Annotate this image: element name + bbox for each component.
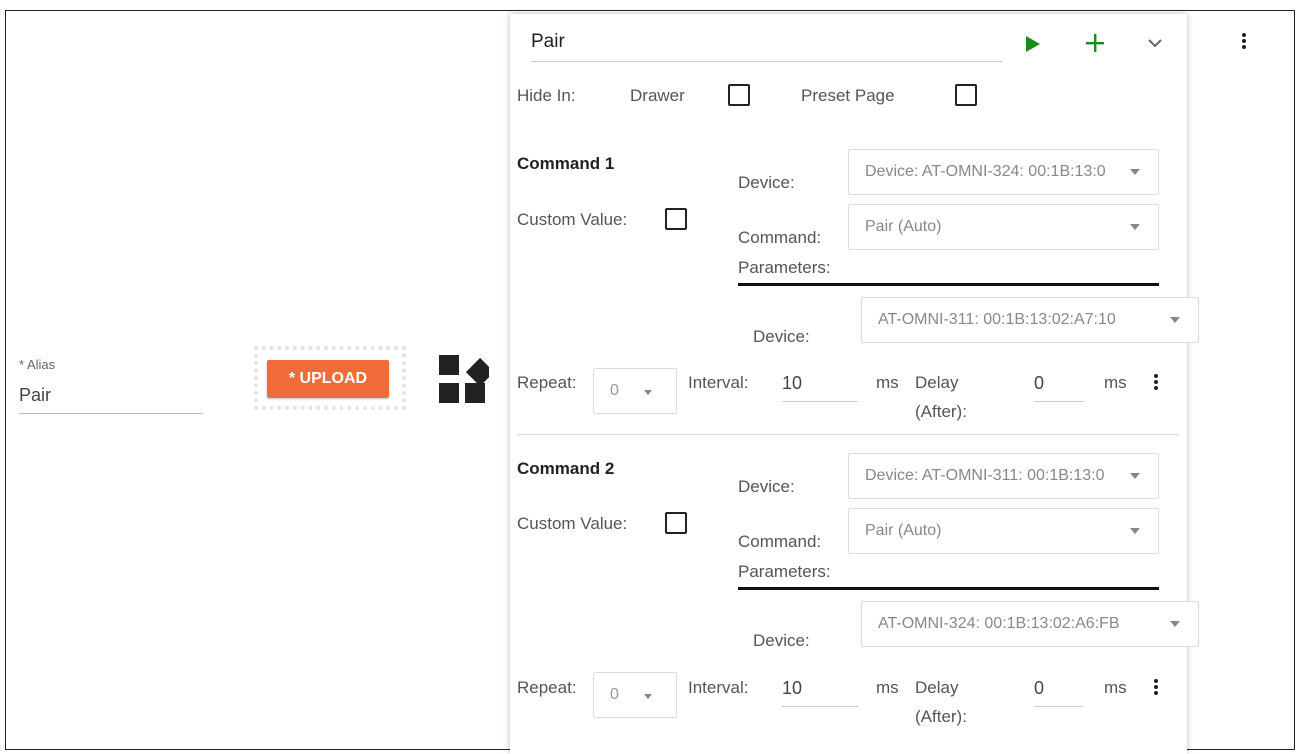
command-1-device-value: Device: AT-OMNI-324: 00:1B:13:0 <box>865 163 1106 180</box>
command-2-ms2-label: ms <box>1104 678 1127 697</box>
alias-label: * Alias <box>19 357 56 372</box>
command-1-title: Command 1 <box>517 154 615 173</box>
command-2-device-label: Device: <box>738 477 795 496</box>
dropdown-arrow-icon <box>644 694 652 699</box>
command-1-command-select[interactable]: Pair (Auto) <box>848 204 1159 250</box>
command-1-interval-label: Interval: <box>688 373 749 392</box>
command-2-interval-input[interactable]: 10 <box>782 678 802 699</box>
card-title-underline <box>531 61 1002 62</box>
command-2-parameters-label: Parameters: <box>738 562 831 581</box>
command-2-after-label: (After): <box>915 707 967 726</box>
command-2-command-select[interactable]: Pair (Auto) <box>848 508 1159 554</box>
command-2-parameters-divider <box>738 587 1159 590</box>
command-1-interval-input[interactable]: 10 <box>782 373 802 394</box>
command-2-custom-value-checkbox[interactable] <box>665 512 687 534</box>
command-1-interval-underline <box>782 401 858 402</box>
command-1-delay-underline <box>1034 401 1084 402</box>
command-2-device-select[interactable]: Device: AT-OMNI-311: 00:1B:13:0 <box>848 453 1159 499</box>
command-1-command-label: Command: <box>738 228 822 247</box>
hide-in-label: Hide In: <box>517 86 576 105</box>
command-2-interval-label: Interval: <box>688 678 749 697</box>
command-1-command-value: Pair (Auto) <box>865 218 942 235</box>
command-1-delay-label: Delay <box>915 373 959 392</box>
dropdown-arrow-icon <box>1170 317 1180 323</box>
command-2-title: Command 2 <box>517 459 615 478</box>
command-2-delay-input[interactable]: 0 <box>1034 678 1044 699</box>
command-1-param-device-value: AT-OMNI-311: 00:1B:13:02:A7:10 <box>878 311 1116 328</box>
play-icon[interactable] <box>1022 33 1044 55</box>
dropdown-arrow-icon <box>1130 224 1140 230</box>
command-1-parameters-label: Parameters: <box>738 258 831 277</box>
preset-page-label: Preset Page <box>801 86 895 105</box>
drawer-label: Drawer <box>630 86 685 105</box>
dropdown-arrow-icon <box>1130 528 1140 534</box>
command-2-more-vertical-icon[interactable] <box>1150 677 1162 697</box>
command-1-param-device-label: Device: <box>753 327 810 346</box>
preset-page-checkbox[interactable] <box>955 84 977 106</box>
command-1-more-vertical-icon[interactable] <box>1150 372 1162 392</box>
alias-underline <box>19 413 203 414</box>
command-1-parameters-divider <box>738 283 1159 286</box>
command-1-repeat-label: Repeat: <box>517 373 577 392</box>
dropdown-arrow-icon <box>644 390 652 395</box>
command-1-repeat-select[interactable]: 0 <box>593 368 677 414</box>
command-2-delay-label: Delay <box>915 678 959 697</box>
command-2-repeat-value: 0 <box>610 686 619 703</box>
command-2-interval-underline <box>782 706 858 707</box>
upload-button[interactable]: * UPLOAD <box>267 360 389 398</box>
dropdown-arrow-icon <box>1130 473 1140 479</box>
command-divider <box>517 434 1179 435</box>
command-1-param-device-select[interactable]: AT-OMNI-311: 00:1B:13:02:A7:10 <box>861 297 1199 343</box>
card-title[interactable]: Pair <box>531 31 565 53</box>
command-1-after-label: (After): <box>915 402 967 421</box>
command-2-repeat-select[interactable]: 0 <box>593 672 677 718</box>
command-1-repeat-value: 0 <box>610 382 619 399</box>
command-2-repeat-label: Repeat: <box>517 678 577 697</box>
command-2-command-label: Command: <box>738 532 822 551</box>
command-2-command-value: Pair (Auto) <box>865 522 942 539</box>
command-1-device-select[interactable]: Device: AT-OMNI-324: 00:1B:13:0 <box>848 149 1159 195</box>
command-2-param-device-label: Device: <box>753 631 810 650</box>
plus-icon[interactable] <box>1083 31 1107 55</box>
widgets-icon[interactable] <box>437 353 495 410</box>
more-vertical-icon[interactable] <box>1238 31 1250 51</box>
command-1-ms2-label: ms <box>1104 373 1127 392</box>
command-2-param-device-value: AT-OMNI-324: 00:1B:13:02:A6:FB <box>878 615 1120 632</box>
dropdown-arrow-icon <box>1130 169 1140 175</box>
command-1-ms-label: ms <box>876 373 899 392</box>
command-2-device-value: Device: AT-OMNI-311: 00:1B:13:0 <box>865 467 1105 484</box>
command-1-custom-value-checkbox[interactable] <box>665 208 687 230</box>
dropdown-arrow-icon <box>1170 621 1180 627</box>
command-1-delay-input[interactable]: 0 <box>1034 373 1044 394</box>
chevron-down-icon[interactable] <box>1144 34 1166 52</box>
command-1-custom-value-label: Custom Value: <box>517 210 628 229</box>
command-2-ms-label: ms <box>876 678 899 697</box>
command-1-device-label: Device: <box>738 173 795 192</box>
alias-input[interactable]: Pair <box>19 385 51 406</box>
command-2-delay-underline <box>1034 706 1084 707</box>
command-2-custom-value-label: Custom Value: <box>517 514 628 533</box>
command-2-param-device-select[interactable]: AT-OMNI-324: 00:1B:13:02:A6:FB <box>861 601 1199 647</box>
drawer-checkbox[interactable] <box>728 84 750 106</box>
